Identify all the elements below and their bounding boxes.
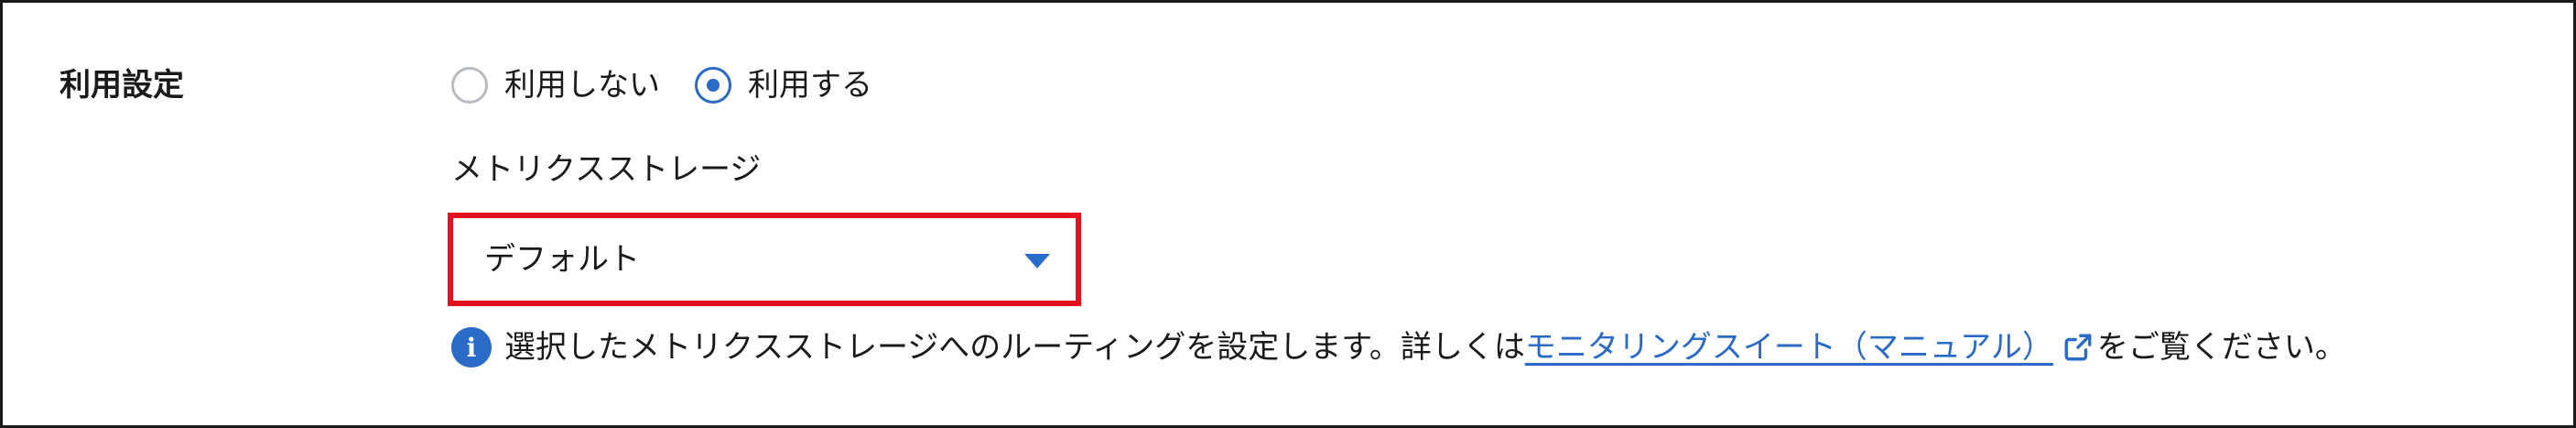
radio-label-disable: 利用しない [504,67,660,104]
help-text: 選択したメトリクスストレージへのルーティングを設定します。詳しくは [504,329,1525,366]
metrics-storage-selected-value: デフォルト [484,241,640,278]
radio-option-disable[interactable]: 利用しない [451,63,660,107]
radio-enable[interactable] [695,67,731,104]
radio-disable[interactable] [451,67,488,104]
radio-option-enable[interactable]: 利用する [695,63,872,107]
help-message: i 選択したメトリクスストレージへのルーティングを設定します。詳しくは モニタリ… [451,325,2346,369]
metrics-storage-highlight: デフォルト [448,213,1081,306]
manual-link[interactable]: モニタリングスイート（マニュアル） [1525,325,2053,369]
usage-radio-group: 利用しない 利用する [451,61,907,109]
info-icon: i [451,327,492,368]
metrics-storage-label: メトリクスストレージ [451,151,762,188]
settings-panel: 利用設定 利用しない 利用する メトリクスストレージ デフォルト i 選択したメ… [0,0,2576,428]
external-link-icon[interactable] [2062,332,2094,363]
section-label: 利用設定 [60,67,184,104]
metrics-storage-select[interactable]: デフォルト [459,224,1070,295]
caret-down-icon[interactable] [1024,254,1050,269]
help-tail-text: をご覧ください。 [2096,329,2346,366]
radio-label-enable: 利用する [748,67,872,104]
